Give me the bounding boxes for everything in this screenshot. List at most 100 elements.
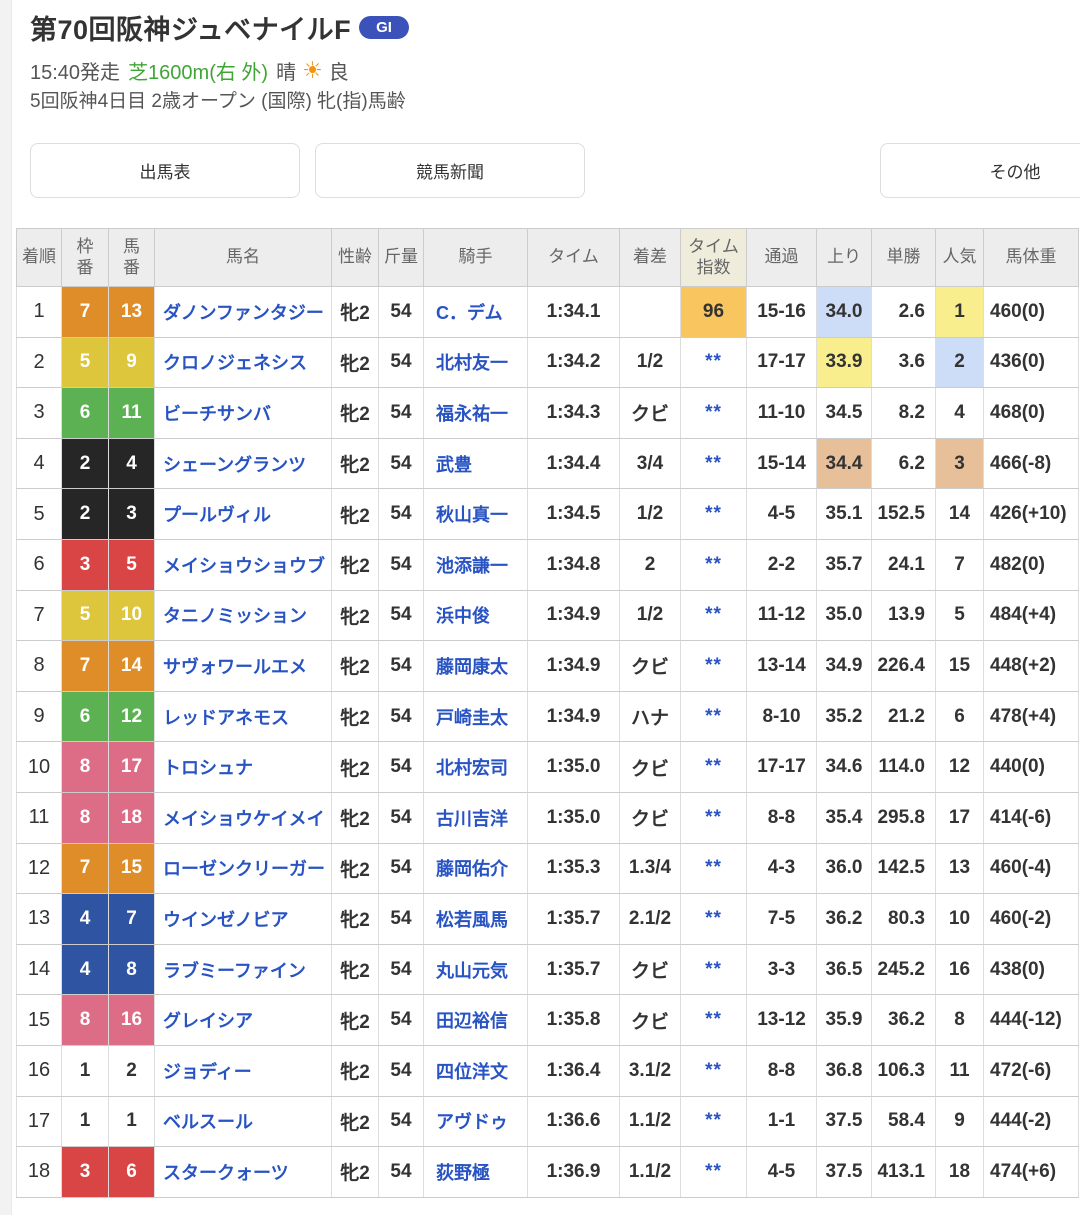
horse-name-link[interactable]: レッドアネモス xyxy=(155,691,332,742)
sex-age-cell: 牝2 xyxy=(332,1045,379,1096)
horse-name-link[interactable]: ベルスール xyxy=(155,1096,332,1147)
carried-weight-cell: 54 xyxy=(379,438,424,489)
margin-cell: クビ xyxy=(620,742,681,793)
page-title: 第70回阪神ジュベナイルF GI xyxy=(30,8,409,47)
jockey-link[interactable]: アヴドゥ xyxy=(424,1096,528,1147)
time-index-cell[interactable]: ** xyxy=(681,489,747,540)
rank-cell: 4 xyxy=(17,438,62,489)
course-info: 芝1600m(右 外) xyxy=(128,56,268,85)
body-weight-cell: 468(0) xyxy=(984,388,1079,439)
newspaper-button[interactable]: 競馬新聞 xyxy=(315,143,585,198)
jockey-link[interactable]: 田辺裕信 xyxy=(424,995,528,1046)
horse-name-link[interactable]: メイショウショウブ xyxy=(155,539,332,590)
time-index-cell[interactable]: ** xyxy=(681,1147,747,1198)
horse-name-link[interactable]: クロノジェネシス xyxy=(155,337,332,388)
sun-icon: ☀ xyxy=(302,59,323,82)
last3f-cell: 37.5 xyxy=(817,1147,872,1198)
jockey-link[interactable]: 松若風馬 xyxy=(424,894,528,945)
body-weight-cell: 472(-6) xyxy=(984,1045,1079,1096)
sex-age-cell: 牝2 xyxy=(332,337,379,388)
popularity-cell: 10 xyxy=(936,894,984,945)
time-index-cell[interactable]: ** xyxy=(681,742,747,793)
last3f-cell: 35.9 xyxy=(817,995,872,1046)
col-header-odds: 単勝 xyxy=(872,229,936,287)
time-index-cell[interactable]: ** xyxy=(681,792,747,843)
horse-name-link[interactable]: ビーチサンバ xyxy=(155,388,332,439)
rank-cell: 14 xyxy=(17,944,62,995)
time-index-cell[interactable]: ** xyxy=(681,944,747,995)
horse-name-link[interactable]: タニノミッション xyxy=(155,590,332,641)
horse-name-link[interactable]: ローゼンクリーガー xyxy=(155,843,332,894)
rank-cell: 9 xyxy=(17,691,62,742)
table-row: 259クロノジェネシス牝254北村友一1:34.21/2**17-1733.93… xyxy=(17,337,1079,388)
frame-number-cell: 3 xyxy=(62,539,109,590)
col-header-last3f: 上り xyxy=(817,229,872,287)
time-index-cell[interactable]: ** xyxy=(681,691,747,742)
jockey-link[interactable]: 北村宏司 xyxy=(424,742,528,793)
horse-number-cell: 14 xyxy=(109,641,155,692)
jockey-link[interactable]: 古川吉洋 xyxy=(424,792,528,843)
horse-name-link[interactable]: ジョディー xyxy=(155,1045,332,1096)
frame-number-cell: 7 xyxy=(62,287,109,338)
horse-name-link[interactable]: スタークォーツ xyxy=(155,1147,332,1198)
horse-name-link[interactable]: ラブミーファイン xyxy=(155,944,332,995)
jockey-link[interactable]: 四位洋文 xyxy=(424,1045,528,1096)
time-cell: 1:34.1 xyxy=(528,287,620,338)
frame-number-cell: 5 xyxy=(62,590,109,641)
jockey-link[interactable]: 荻野極 xyxy=(424,1147,528,1198)
time-index-cell[interactable]: ** xyxy=(681,1045,747,1096)
time-index-cell[interactable]: ** xyxy=(681,641,747,692)
horse-name-link[interactable]: トロシュナ xyxy=(155,742,332,793)
rank-cell: 2 xyxy=(17,337,62,388)
sex-age-cell: 牝2 xyxy=(332,590,379,641)
horse-name-link[interactable]: グレイシア xyxy=(155,995,332,1046)
frame-number-cell: 3 xyxy=(62,1147,109,1198)
jockey-link[interactable]: 福永祐一 xyxy=(424,388,528,439)
jockey-link[interactable]: 秋山真一 xyxy=(424,489,528,540)
jockey-link[interactable]: C．デム xyxy=(424,287,528,338)
sex-age-cell: 牝2 xyxy=(332,1096,379,1147)
horse-name-link[interactable]: メイショウケイメイ xyxy=(155,792,332,843)
col-header-body-weight: 馬体重 xyxy=(984,229,1079,287)
time-index-cell[interactable]: ** xyxy=(681,894,747,945)
jockey-link[interactable]: 藤岡康太 xyxy=(424,641,528,692)
popularity-cell: 12 xyxy=(936,742,984,793)
col-header-weight: 斤量 xyxy=(379,229,424,287)
time-index-cell[interactable]: ** xyxy=(681,995,747,1046)
time-index-cell[interactable]: ** xyxy=(681,539,747,590)
margin-cell: ハナ xyxy=(620,691,681,742)
horse-name-link[interactable]: プールヴィル xyxy=(155,489,332,540)
horse-number-cell: 4 xyxy=(109,438,155,489)
passing-cell: 8-10 xyxy=(747,691,817,742)
entries-button[interactable]: 出馬表 xyxy=(30,143,300,198)
time-index-cell[interactable]: ** xyxy=(681,337,747,388)
time-index-cell[interactable]: ** xyxy=(681,590,747,641)
horse-name-link[interactable]: シェーングランツ xyxy=(155,438,332,489)
table-row: 1612ジョディー牝254四位洋文1:36.43.1/2**8-836.8106… xyxy=(17,1045,1079,1096)
last3f-cell: 36.8 xyxy=(817,1045,872,1096)
jockey-link[interactable]: 北村友一 xyxy=(424,337,528,388)
time-index-cell[interactable]: ** xyxy=(681,388,747,439)
horse-number-cell: 1 xyxy=(109,1096,155,1147)
others-button[interactable]: その他 xyxy=(880,143,1080,198)
results-tbody: 1713ダノンファンタジー牝254C．デム1:34.19615-1634.02.… xyxy=(17,287,1079,1198)
jockey-link[interactable]: 武豊 xyxy=(424,438,528,489)
jockey-link[interactable]: 藤岡佑介 xyxy=(424,843,528,894)
col-header-rank: 着順 xyxy=(17,229,62,287)
margin-cell: クビ xyxy=(620,641,681,692)
carried-weight-cell: 54 xyxy=(379,691,424,742)
table-row: 635メイショウショウブ牝254池添謙一1:34.82**2-235.724.1… xyxy=(17,539,1079,590)
time-index-cell[interactable]: ** xyxy=(681,1096,747,1147)
horse-name-link[interactable]: ウインゼノビア xyxy=(155,894,332,945)
race-title: 第70回阪神ジュベナイルF xyxy=(30,8,351,47)
jockey-link[interactable]: 浜中俊 xyxy=(424,590,528,641)
jockey-link[interactable]: 丸山元気 xyxy=(424,944,528,995)
time-index-cell[interactable]: ** xyxy=(681,438,747,489)
frame-number-cell: 1 xyxy=(62,1045,109,1096)
horse-name-link[interactable]: サヴォワールエメ xyxy=(155,641,332,692)
passing-cell: 4-5 xyxy=(747,489,817,540)
horse-name-link[interactable]: ダノンファンタジー xyxy=(155,287,332,338)
jockey-link[interactable]: 戸崎圭太 xyxy=(424,691,528,742)
jockey-link[interactable]: 池添謙一 xyxy=(424,539,528,590)
time-index-cell[interactable]: ** xyxy=(681,843,747,894)
